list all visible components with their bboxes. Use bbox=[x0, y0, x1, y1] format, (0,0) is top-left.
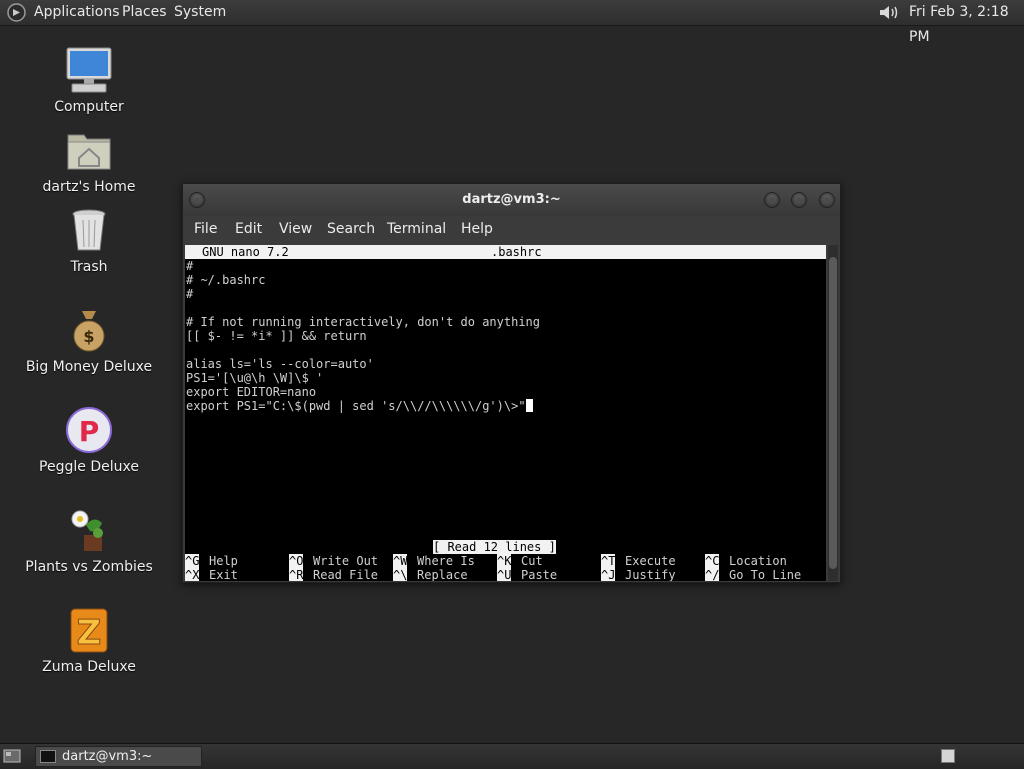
nano-header: GNU nano 7.2 .bashrc bbox=[185, 245, 826, 259]
nano-status-message: [ Read 12 lines ] bbox=[433, 540, 556, 554]
taskbar-item-label: dartz@vm3:~ bbox=[62, 749, 153, 764]
show-desktop-icon[interactable] bbox=[3, 748, 21, 764]
desktop-icon-plants-vs-zombies[interactable]: Plants vs Zombies bbox=[14, 505, 164, 575]
nano-version: GNU nano 7.2 bbox=[202, 245, 289, 259]
svg-text:Z: Z bbox=[77, 613, 102, 653]
taskbar-item-terminal[interactable]: dartz@vm3:~ bbox=[35, 746, 202, 767]
minimize-button[interactable] bbox=[764, 192, 780, 208]
editor-line-current: export PS1="C:\$(pwd | sed 's/\\//\\\\\\… bbox=[186, 399, 533, 413]
shortcut-key: ^O bbox=[289, 554, 304, 568]
desktop-icon-computer[interactable]: Computer bbox=[14, 45, 164, 115]
editor-line: export EDITOR=nano bbox=[186, 385, 317, 399]
desktop-icon-label: Computer bbox=[54, 99, 124, 115]
shortcut-label: Write Out bbox=[313, 554, 379, 568]
editor-line: # bbox=[186, 287, 194, 301]
scrollbar-thumb[interactable] bbox=[829, 257, 837, 569]
workspace-switcher-icon[interactable] bbox=[941, 749, 955, 763]
shortcut-label: Paste bbox=[521, 568, 558, 581]
terminal-menubar: File Edit View Search Terminal Help bbox=[183, 216, 840, 244]
shortcut-key: ^/ bbox=[705, 568, 720, 581]
editor-line: alias ls='ls --color=auto' bbox=[186, 357, 374, 371]
menu-file[interactable]: File bbox=[194, 221, 217, 237]
desktop-icon-label: Zuma Deluxe bbox=[42, 659, 136, 675]
places-menu[interactable]: Places bbox=[122, 0, 167, 25]
plants-vs-zombies-icon bbox=[71, 510, 103, 551]
clock[interactable]: Fri Feb 3, 2:18 PM bbox=[909, 0, 1024, 50]
menu-view[interactable]: View bbox=[279, 221, 312, 237]
shortcut-label: Exit bbox=[209, 568, 238, 581]
desktop-icon-zuma[interactable]: Z Zuma Deluxe bbox=[14, 605, 164, 675]
desktop-icon-trash[interactable]: Trash bbox=[14, 205, 164, 275]
peggle-icon: P bbox=[66, 407, 112, 453]
editor-line: [[ $- != *i* ]] && return bbox=[186, 329, 367, 343]
desktop-icon-peggle[interactable]: P Peggle Deluxe bbox=[14, 405, 164, 475]
desktop-icon-label: Peggle Deluxe bbox=[39, 459, 139, 475]
money-bag-icon: $ bbox=[73, 311, 105, 352]
maximize-button[interactable] bbox=[791, 192, 807, 208]
bottom-panel: dartz@vm3:~ bbox=[0, 743, 1024, 769]
shortcut-key: ^T bbox=[601, 554, 616, 568]
gnome-foot-icon[interactable] bbox=[7, 3, 26, 22]
zuma-icon: Z bbox=[70, 608, 108, 654]
shortcut-label: Location bbox=[729, 554, 787, 568]
menu-help[interactable]: Help bbox=[461, 221, 493, 237]
desktop-icon-label: Plants vs Zombies bbox=[25, 559, 153, 575]
shortcut-key: ^\ bbox=[393, 568, 408, 581]
desktop-icon-label: Big Money Deluxe bbox=[25, 359, 153, 375]
menu-search[interactable]: Search bbox=[327, 221, 375, 237]
computer-icon bbox=[66, 47, 112, 93]
terminal-scrollbar[interactable] bbox=[828, 245, 838, 581]
desktop-icon-home[interactable]: dartz's Home bbox=[14, 125, 164, 195]
desktop-icon-label: dartz's Home bbox=[42, 179, 136, 195]
shortcut-label: Replace bbox=[417, 568, 468, 581]
menu-terminal[interactable]: Terminal bbox=[387, 221, 446, 237]
top-panel: Applications Places System Fri Feb 3, 2:… bbox=[0, 0, 1024, 45]
window-titlebar[interactable]: dartz@vm3:~ bbox=[183, 184, 840, 216]
text-cursor bbox=[525, 399, 533, 412]
shortcut-key: ^J bbox=[601, 568, 616, 581]
shortcut-key: ^C bbox=[705, 554, 720, 568]
terminal-window: dartz@vm3:~ File Edit View Search Termin… bbox=[182, 183, 841, 583]
applications-menu[interactable]: Applications bbox=[34, 0, 120, 25]
editor-line: # If not running interactively, don't do… bbox=[186, 315, 541, 329]
editor-line: # bbox=[186, 259, 194, 273]
close-button[interactable] bbox=[819, 192, 835, 208]
editor-line: PS1='[\u@\h \W]\$ ' bbox=[186, 371, 324, 385]
trash-icon bbox=[72, 209, 106, 251]
shortcut-label: Execute bbox=[625, 554, 676, 568]
nano-filename: .bashrc bbox=[491, 245, 542, 259]
home-folder-icon bbox=[67, 134, 111, 170]
shortcut-label: Go To Line bbox=[729, 568, 802, 581]
editor-line-text: export PS1="C:\$(pwd | sed 's/\\//\\\\\\… bbox=[186, 399, 526, 413]
shortcut-key: ^X bbox=[185, 568, 200, 581]
terminal-screen[interactable]: GNU nano 7.2 .bashrc # # ~/.bashrc # # I… bbox=[185, 245, 826, 581]
shortcut-label: Help bbox=[209, 554, 238, 568]
svg-text:$: $ bbox=[83, 327, 94, 346]
shortcut-label: Read File bbox=[313, 568, 379, 581]
desktop-icon-big-money[interactable]: $ Big Money Deluxe bbox=[14, 305, 164, 375]
terminal-icon bbox=[40, 750, 56, 763]
system-menu[interactable]: System bbox=[174, 0, 226, 25]
speaker-icon[interactable] bbox=[878, 3, 900, 22]
shortcut-key: ^K bbox=[497, 554, 512, 568]
shortcut-key: ^U bbox=[497, 568, 512, 581]
desktop-icon-label: Trash bbox=[70, 259, 108, 275]
shortcut-label: Where Is bbox=[417, 554, 475, 568]
window-title: dartz@vm3:~ bbox=[462, 192, 561, 207]
menu-edit[interactable]: Edit bbox=[235, 221, 262, 237]
shortcut-key: ^G bbox=[185, 554, 200, 568]
svg-text:P: P bbox=[79, 415, 100, 448]
shortcut-label: Justify bbox=[625, 568, 676, 581]
editor-line: # ~/.bashrc bbox=[186, 273, 266, 287]
shortcut-key: ^R bbox=[289, 568, 304, 581]
shortcut-label: Cut bbox=[521, 554, 543, 568]
shortcut-key: ^W bbox=[393, 554, 408, 568]
